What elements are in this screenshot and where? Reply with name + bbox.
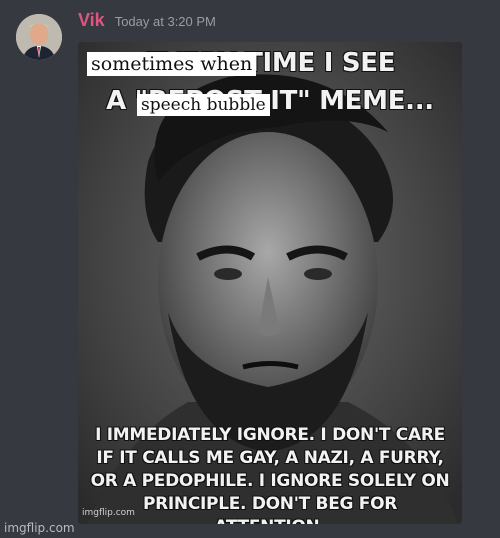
overlay-text-1: sometimes when <box>87 52 257 76</box>
inner-watermark: imgflip.com <box>82 508 135 518</box>
overlay-text-2: speech bubble <box>137 94 270 116</box>
image-attachment[interactable]: EVERY TIME I SEE A "REPOST IT" MEME... I… <box>78 42 462 524</box>
message-header: Vik Today at 3:20 PM <box>78 10 216 32</box>
avatar[interactable] <box>16 14 62 60</box>
chat-message: Vik Today at 3:20 PM EVERY TIME I SEE A … <box>0 0 500 538</box>
username[interactable]: Vik <box>78 10 105 31</box>
imgflip-watermark: imgflip.com <box>4 521 75 535</box>
meme-top-line-2: A "REPOST IT" MEME... <box>106 86 434 116</box>
avatar-image <box>16 14 62 60</box>
meme-bottom-caption: I IMMEDIATELY IGNORE. I DON'T CARE IF IT… <box>90 425 450 524</box>
timestamp: Today at 3:20 PM <box>114 14 216 29</box>
